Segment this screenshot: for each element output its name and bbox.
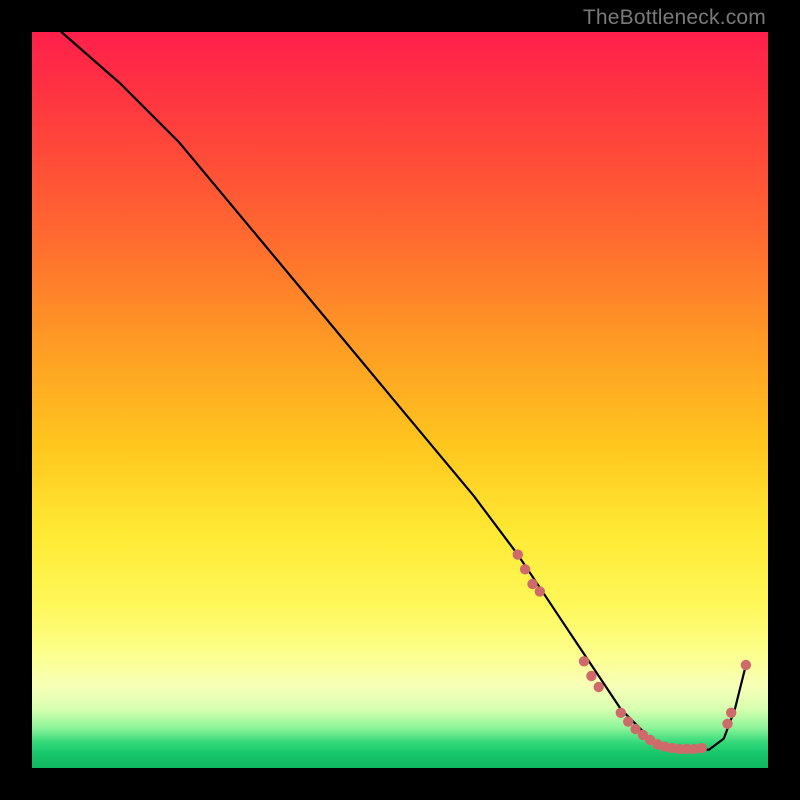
data-marker — [527, 579, 537, 589]
curve-svg — [32, 32, 768, 768]
marker-group — [513, 549, 752, 754]
chart-frame: TheBottleneck.com — [0, 0, 800, 800]
data-marker — [722, 719, 732, 729]
data-marker — [623, 716, 633, 726]
data-marker — [586, 671, 596, 681]
data-marker — [520, 564, 530, 574]
plot-area — [32, 32, 768, 768]
watermark-text: TheBottleneck.com — [583, 6, 766, 30]
data-marker — [726, 708, 736, 718]
data-marker — [535, 586, 545, 596]
data-marker — [513, 549, 523, 559]
data-marker — [697, 743, 707, 753]
data-marker — [579, 656, 589, 666]
data-marker — [594, 682, 604, 692]
bottleneck-curve — [61, 32, 746, 750]
data-marker — [741, 660, 751, 670]
data-marker — [616, 708, 626, 718]
